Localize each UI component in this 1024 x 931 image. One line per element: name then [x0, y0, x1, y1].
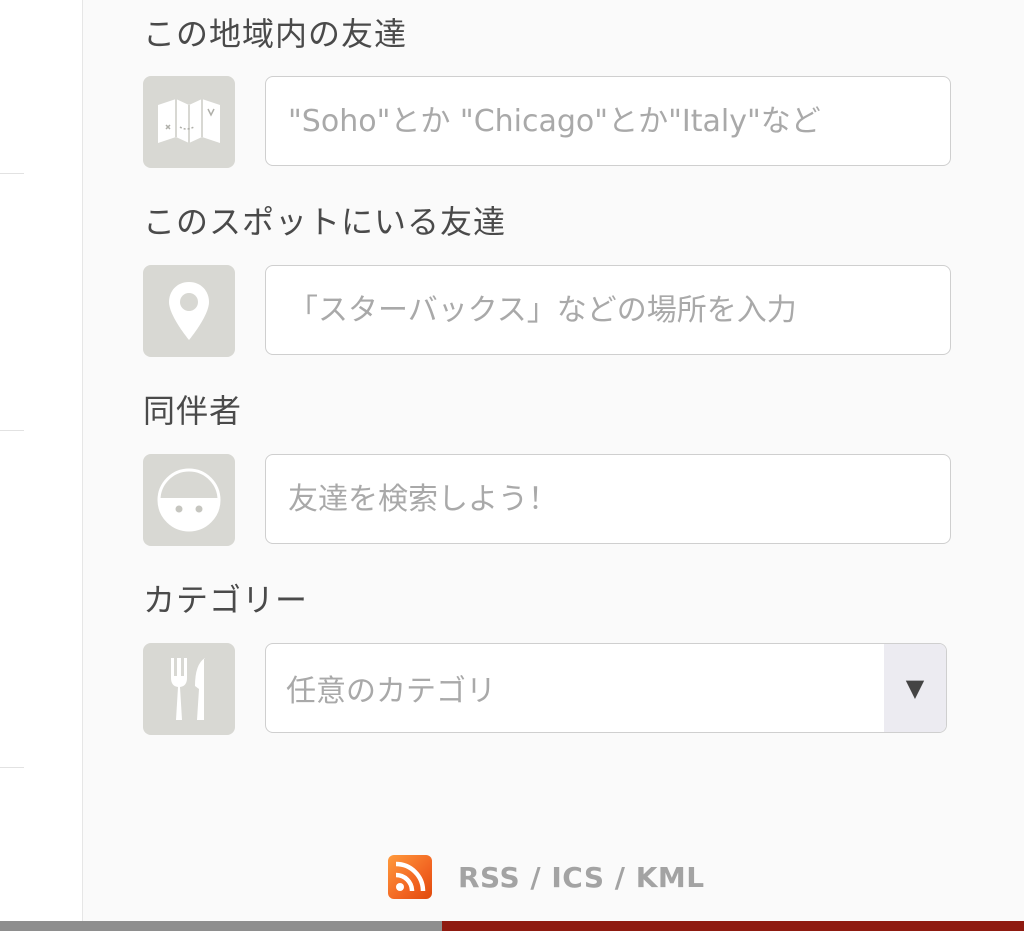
divider [0, 430, 24, 431]
fork-knife-icon [143, 643, 235, 735]
page: この地域内の友達 このスポットにいる友達 同伴者 [0, 0, 1024, 931]
spot-friends-label: このスポットにいる友達 [143, 203, 507, 241]
feed-links-label: RSS / ICS / KML [458, 860, 705, 894]
friend-filter-panel: この地域内の友達 このスポットにいる友達 同伴者 [83, 0, 1024, 921]
feed-links[interactable]: RSS / ICS / KML [388, 855, 705, 899]
map-icon [143, 76, 235, 168]
divider [0, 173, 24, 174]
chevron-down-icon[interactable]: ▼ [884, 644, 946, 732]
category-select[interactable]: 任意のカテゴリ ▼ [265, 643, 947, 733]
rss-icon [388, 855, 432, 899]
category-label: カテゴリー [143, 581, 309, 619]
spot-search-input[interactable] [265, 265, 951, 355]
area-friends-label: この地域内の友達 [143, 15, 408, 53]
friend-face-icon [143, 454, 235, 546]
bottom-bar-gray [0, 921, 442, 931]
bottom-bar [0, 921, 1024, 931]
area-search-input[interactable] [265, 76, 951, 166]
companion-label: 同伴者 [143, 392, 243, 430]
left-column [0, 0, 83, 921]
divider [0, 767, 24, 768]
companion-search-input[interactable] [265, 454, 951, 544]
bottom-bar-red [442, 921, 1024, 931]
location-pin-icon [143, 265, 235, 357]
category-selected-value: 任意のカテゴリ [286, 674, 496, 709]
